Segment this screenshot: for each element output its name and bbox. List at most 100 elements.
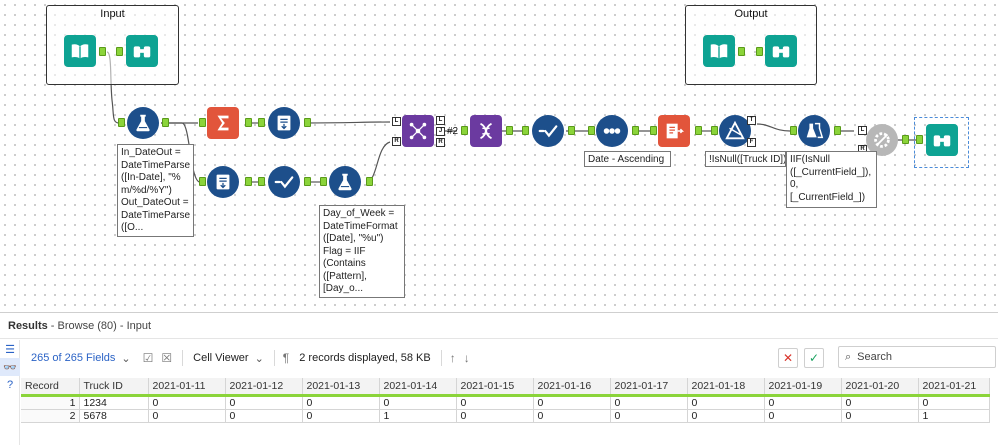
table-cell[interactable]: 0 (225, 409, 303, 423)
browse-tool-final[interactable] (926, 124, 958, 156)
sort-tool[interactable] (596, 115, 628, 147)
table-cell[interactable]: 0 (764, 409, 842, 423)
input-anchor[interactable] (199, 177, 206, 186)
list-icon[interactable]: ☰ (0, 340, 20, 358)
filter-false-anchor[interactable]: F (747, 138, 756, 147)
output-anchor[interactable] (245, 177, 252, 186)
clear-filter-button[interactable]: ✕ (778, 348, 798, 368)
cell-viewer-dropdown[interactable]: Cell Viewer ⌄ (193, 352, 264, 365)
column-header[interactable]: 2021-01-21 (918, 378, 990, 397)
search-input[interactable]: ⌕ Search (838, 346, 996, 368)
column-header[interactable]: 2021-01-12 (225, 378, 303, 397)
output-anchor[interactable] (902, 135, 909, 144)
help-icon[interactable]: ? (0, 376, 20, 394)
table-cell[interactable]: 0 (533, 395, 611, 410)
input-anchor[interactable] (118, 118, 125, 127)
paragraph-icon[interactable]: ¶ (283, 351, 289, 365)
table-cell[interactable]: 0 (148, 395, 226, 410)
column-header[interactable]: 2021-01-18 (687, 378, 765, 397)
table-row[interactable]: 1 1234 0 0 0 0 0 0 0 0 0 0 0 (21, 395, 990, 410)
column-header[interactable]: 2021-01-20 (841, 378, 919, 397)
join-left-anchor[interactable]: L (392, 117, 401, 126)
select-tool-1[interactable] (268, 107, 300, 139)
input-anchor[interactable] (522, 126, 529, 135)
input-data-tool[interactable] (64, 35, 96, 67)
table-cell[interactable]: 0 (302, 395, 380, 410)
table-cell[interactable]: 0 (687, 409, 765, 423)
table-cell[interactable]: 0 (841, 409, 919, 423)
input-anchor[interactable] (916, 135, 923, 144)
output-anchor[interactable] (304, 177, 311, 186)
sort-annotation[interactable]: Date - Ascending (584, 151, 671, 167)
output-anchor[interactable] (245, 118, 252, 127)
output-anchor[interactable] (632, 126, 639, 135)
table-cell[interactable]: 0 (456, 409, 534, 423)
transpose-tool[interactable] (470, 115, 502, 147)
table-cell[interactable]: 0 (610, 409, 688, 423)
output-anchor[interactable] (99, 47, 106, 56)
table-cell[interactable]: 1 (918, 409, 990, 423)
output-anchor[interactable] (162, 118, 169, 127)
output-anchor[interactable] (738, 47, 745, 56)
output-anchor[interactable] (695, 126, 702, 135)
input-anchor[interactable] (116, 47, 123, 56)
select-tool-2[interactable] (207, 166, 239, 198)
table-cell[interactable]: 0 (148, 409, 226, 423)
join-tool[interactable] (402, 115, 434, 147)
column-header[interactable]: 2021-01-11 (148, 378, 226, 397)
join-r-output-anchor[interactable]: R (436, 138, 445, 147)
input-anchor[interactable] (790, 126, 797, 135)
input-anchor[interactable] (258, 177, 265, 186)
summarize-tool[interactable] (207, 107, 239, 139)
input-anchor[interactable] (320, 177, 327, 186)
output-anchor[interactable] (366, 177, 373, 186)
column-header[interactable]: 2021-01-16 (533, 378, 611, 397)
fields-dropdown[interactable]: 265 of 265 Fields ⌄ (31, 352, 131, 365)
multifield-annotation[interactable]: IIF(IsNull ([_CurrentField_]), 0, [_Curr… (786, 151, 877, 208)
table-cell[interactable]: 0 (687, 395, 765, 410)
multi-field-formula-tool[interactable] (798, 115, 830, 147)
clear-checkbox-icon[interactable]: ☒ (161, 351, 172, 365)
formula-tool-1[interactable] (127, 107, 159, 139)
column-header[interactable]: 2021-01-19 (764, 378, 842, 397)
table-cell[interactable]: 0 (610, 395, 688, 410)
cleanse-tool-2[interactable] (532, 115, 564, 147)
table-cell[interactable]: 0 (533, 409, 611, 423)
output-anchor[interactable] (834, 126, 841, 135)
column-header[interactable]: 2021-01-15 (456, 378, 534, 397)
input-anchor[interactable] (461, 126, 468, 135)
arrow-up-icon[interactable]: ↑ (450, 351, 456, 365)
join-right-anchor[interactable]: R (392, 137, 401, 146)
filter-true-anchor[interactable]: T (747, 116, 756, 125)
input-anchor[interactable] (258, 118, 265, 127)
browse-binoculars-icon[interactable]: 👓 (0, 358, 20, 376)
output-anchor[interactable] (304, 118, 311, 127)
filter-annotation[interactable]: !IsNull([Truck ID]) (705, 151, 786, 167)
column-header[interactable]: 2021-01-13 (302, 378, 380, 397)
table-cell[interactable]: 1234 (79, 395, 149, 410)
input-data-tool-output[interactable] (703, 35, 735, 67)
column-header[interactable]: 2021-01-17 (610, 378, 688, 397)
join-l-output-anchor[interactable]: L (436, 116, 445, 125)
column-header[interactable]: Record (21, 378, 80, 397)
formula-tool-2[interactable] (329, 166, 361, 198)
input-anchor[interactable] (650, 126, 657, 135)
table-cell[interactable]: 0 (456, 395, 534, 410)
column-header[interactable]: Truck ID (79, 378, 149, 397)
column-header[interactable]: 2021-01-14 (379, 378, 457, 397)
table-row[interactable]: 2 5678 0 0 0 1 0 0 0 0 0 0 1 (21, 409, 990, 423)
table-cell[interactable]: 0 (764, 395, 842, 410)
table-cell[interactable]: 0 (302, 409, 380, 423)
cleanse-tool-1[interactable] (268, 166, 300, 198)
formula-annotation-2[interactable]: Day_of_Week = DateTimeFormat ([Date], "%… (319, 205, 405, 298)
input-anchor[interactable] (756, 47, 763, 56)
browse-tool-output[interactable] (765, 35, 797, 67)
table-cell[interactable]: 5678 (79, 409, 149, 423)
table-cell[interactable]: 0 (918, 395, 990, 410)
workflow-canvas[interactable]: Input Output L R L J R #2 T F L R In_Dat… (0, 0, 998, 312)
table-cell[interactable]: 0 (841, 395, 919, 410)
output-anchor[interactable] (506, 126, 513, 135)
table-cell[interactable]: 1 (379, 409, 457, 423)
table-cell[interactable]: 0 (225, 395, 303, 410)
transform-tool[interactable] (658, 115, 690, 147)
